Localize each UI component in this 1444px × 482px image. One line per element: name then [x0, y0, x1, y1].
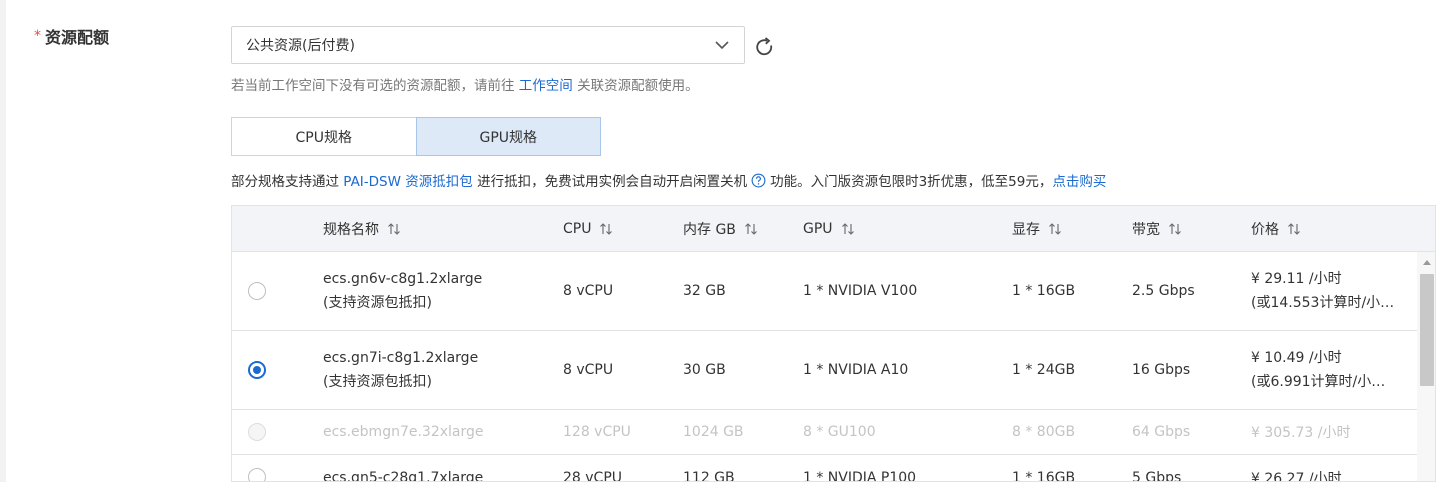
tab-gpu-spec[interactable]: GPU规格	[415, 117, 601, 156]
info-text-1: 部分规格支持通过	[231, 174, 339, 190]
table-scrollbar[interactable]	[1417, 252, 1435, 481]
price-cell: ¥ 29.11 /小时 (或14.553计算时/小…	[1251, 252, 1394, 330]
gpu-cell: 1 * NVIDIA A10	[803, 362, 909, 378]
cpu-cell: 28 vCPU	[563, 469, 623, 482]
header-gpu-label: GPU	[803, 221, 833, 237]
cpu-cell: 128 vCPU	[563, 424, 631, 440]
price-note: (或14.553计算时/小…	[1251, 295, 1395, 311]
header-cpu[interactable]: CPU	[563, 206, 613, 252]
row-radio[interactable]	[248, 282, 266, 300]
bandwidth-cell: 64 Gbps	[1132, 424, 1191, 440]
memory-cell: 32 GB	[683, 283, 726, 299]
scroll-up-arrow-icon[interactable]	[1422, 258, 1432, 266]
bandwidth-cell: 2.5 Gbps	[1132, 283, 1195, 299]
sort-icon[interactable]	[841, 222, 855, 236]
hint-prefix: 若当前工作空间下没有可选的资源配额，请前往	[231, 78, 515, 94]
resource-quota-hint: 若当前工作空间下没有可选的资源配额，请前往 工作空间 关联资源配额使用。	[231, 74, 699, 94]
price: ¥ 10.49 /小时	[1251, 350, 1342, 366]
table-row[interactable]: ecs.gn5-c28g1.7xlarge 28 vCPU 112 GB 1 *…	[232, 455, 1417, 482]
buy-link[interactable]: 点击购买	[1052, 170, 1106, 190]
table-row: ecs.ebmgn7e.32xlarge 128 vCPU 1024 GB 8 …	[232, 410, 1417, 455]
sort-icon[interactable]	[744, 222, 758, 236]
row-radio[interactable]	[248, 468, 266, 481]
cpu-cell: 8 vCPU	[563, 283, 614, 299]
resource-quota-label-text: 资源配额	[45, 28, 110, 47]
spec-table: 规格名称 CPU 内存 GB GPU 显存 带宽 价格 ecs.gn6v-c8g…	[231, 205, 1436, 482]
header-bandwidth-label: 带宽	[1132, 222, 1160, 238]
spec-name-cell: ecs.gn7i-c8g1.2xlarge (支持资源包抵扣)	[323, 331, 478, 409]
required-mark: *	[34, 28, 41, 44]
spec-type-tabs: CPU规格 GPU规格	[231, 117, 601, 156]
price-cell: ¥ 10.49 /小时 (或6.991计算时/小…	[1251, 331, 1385, 409]
table-row[interactable]: ecs.gn6v-c8g1.2xlarge (支持资源包抵扣) 8 vCPU 3…	[232, 252, 1417, 331]
cpu-cell: 8 vCPU	[563, 362, 614, 378]
vram-cell: 1 * 16GB	[1012, 283, 1076, 299]
spec-name: ecs.ebmgn7e.32xlarge	[323, 424, 484, 440]
price-note: (或6.991计算时/小…	[1251, 374, 1386, 390]
header-vram[interactable]: 显存	[1012, 206, 1062, 252]
price: ¥ 26.27 /小时	[1251, 470, 1342, 482]
refresh-icon[interactable]	[753, 35, 777, 59]
bandwidth-cell: 16 Gbps	[1132, 362, 1191, 378]
table-row[interactable]: ecs.gn7i-c8g1.2xlarge (支持资源包抵扣) 8 vCPU 3…	[232, 331, 1417, 410]
chevron-down-icon	[715, 41, 729, 50]
spec-name-cell: ecs.gn6v-c8g1.2xlarge (支持资源包抵扣)	[323, 252, 482, 330]
sort-icon[interactable]	[1287, 222, 1301, 236]
gpu-cell: 8 * GU100	[803, 424, 876, 440]
scrollbar-thumb[interactable]	[1420, 274, 1434, 386]
header-gpu[interactable]: GPU	[803, 206, 855, 252]
header-cpu-label: CPU	[563, 221, 592, 237]
discount-info: 部分规格支持通过 PAI-DSW 资源抵扣包 进行抵扣，免费试用实例会自动开启闲…	[231, 170, 1106, 190]
spec-name: ecs.gn7i-c8g1.2xlarge	[323, 350, 479, 366]
info-text-2: 进行抵扣，免费试用实例会自动开启闲置关机	[477, 174, 748, 190]
spec-note: (支持资源包抵扣)	[323, 295, 432, 311]
vram-cell: 1 * 16GB	[1012, 469, 1076, 482]
hint-suffix: 关联资源配额使用。	[577, 78, 699, 94]
row-radio	[248, 423, 266, 441]
resource-quota-select-value: 公共资源(后付费)	[246, 38, 355, 54]
resource-quota-label: * 资源配额	[34, 24, 109, 48]
spec-name: ecs.gn5-c28g1.7xlarge	[323, 469, 484, 482]
table-header: 规格名称 CPU 内存 GB GPU 显存 带宽 价格	[232, 206, 1435, 252]
gpu-cell: 1 * NVIDIA P100	[803, 469, 917, 482]
pai-dsw-package-link[interactable]: PAI-DSW 资源抵扣包	[343, 170, 472, 190]
header-name-label: 规格名称	[323, 222, 379, 238]
workspace-link[interactable]: 工作空间	[519, 78, 573, 94]
tab-cpu-spec[interactable]: CPU规格	[231, 117, 416, 156]
memory-cell: 112 GB	[683, 469, 735, 482]
row-radio[interactable]	[248, 361, 266, 379]
info-text-3: 功能。入门版资源包限时3折优惠，低至59元，	[770, 174, 1053, 190]
header-memory[interactable]: 内存 GB	[683, 206, 758, 252]
gpu-cell: 1 * NVIDIA V100	[803, 283, 918, 299]
price: ¥ 29.11 /小时	[1251, 271, 1342, 287]
header-bandwidth[interactable]: 带宽	[1132, 206, 1182, 252]
sort-icon[interactable]	[1168, 222, 1182, 236]
vram-cell: 8 * 80GB	[1012, 424, 1076, 440]
help-icon[interactable]	[751, 173, 766, 188]
vram-cell: 1 * 24GB	[1012, 362, 1076, 378]
memory-cell: 30 GB	[683, 362, 726, 378]
header-price-label: 价格	[1251, 222, 1279, 238]
spec-name: ecs.gn6v-c8g1.2xlarge	[323, 271, 483, 287]
price: ¥ 305.73 /小时	[1251, 425, 1351, 441]
header-price[interactable]: 价格	[1251, 206, 1301, 252]
resource-quota-select[interactable]: 公共资源(后付费)	[231, 26, 745, 64]
sort-icon[interactable]	[1048, 222, 1062, 236]
header-memory-label: 内存 GB	[683, 222, 736, 238]
header-vram-label: 显存	[1012, 222, 1040, 238]
left-panel-strip	[0, 0, 6, 482]
header-name[interactable]: 规格名称	[323, 206, 401, 252]
bandwidth-cell: 5 Gbps	[1132, 469, 1182, 482]
spec-note: (支持资源包抵扣)	[323, 374, 432, 390]
memory-cell: 1024 GB	[683, 424, 744, 440]
sort-icon[interactable]	[599, 222, 613, 236]
sort-icon[interactable]	[387, 222, 401, 236]
